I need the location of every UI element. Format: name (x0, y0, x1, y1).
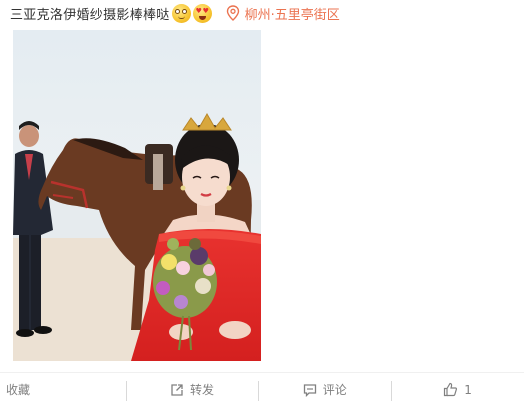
post-text: 三亚克洛伊婚纱摄影棒棒哒 (10, 7, 170, 23)
collect-label: 收藏 (6, 383, 31, 397)
repost-label: 转发 (189, 383, 214, 397)
collect-button[interactable]: 收藏 (0, 373, 126, 406)
repost-icon (171, 383, 183, 396)
wedding-photo-image (13, 30, 261, 361)
heart-eyes-face-icon: ♥ ♥ (192, 3, 212, 23)
post-header: 三亚克洛伊婚纱摄影棒棒哒 ♥ ♥ 柳州·五里亭街区 (10, 0, 514, 26)
blush-face-icon (171, 3, 191, 23)
thumbs-up-icon (444, 382, 458, 397)
repost-button[interactable]: 转发 (125, 373, 259, 406)
comment-label: 评论 (322, 383, 347, 397)
like-button[interactable]: 1 (391, 373, 524, 406)
location-pin-icon (226, 5, 239, 21)
post-photo[interactable] (13, 30, 261, 361)
comment-button[interactable]: 评论 (258, 373, 391, 406)
like-count: 1 (464, 382, 472, 397)
action-bar: 收藏 转发 评论 1 (0, 372, 524, 406)
location-link[interactable]: 柳州·五里亭街区 (226, 4, 340, 23)
location-text: 柳州·五里亭街区 (244, 7, 340, 23)
comment-icon (303, 383, 316, 397)
